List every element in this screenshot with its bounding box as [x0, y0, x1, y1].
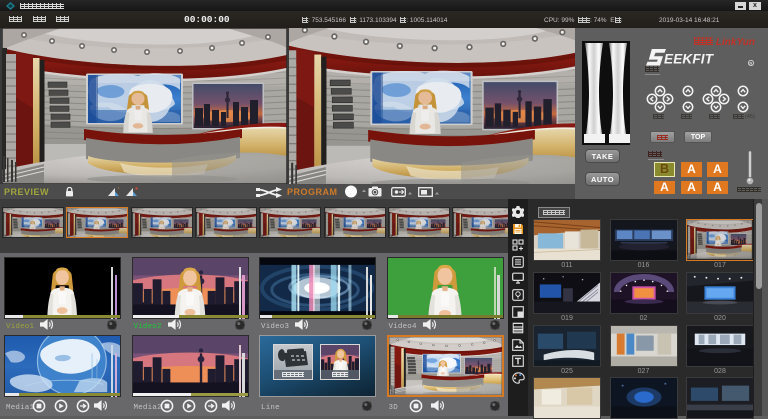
svg-text:R: R	[749, 61, 752, 66]
svg-text:EEKFIT: EEKFIT	[664, 52, 715, 67]
